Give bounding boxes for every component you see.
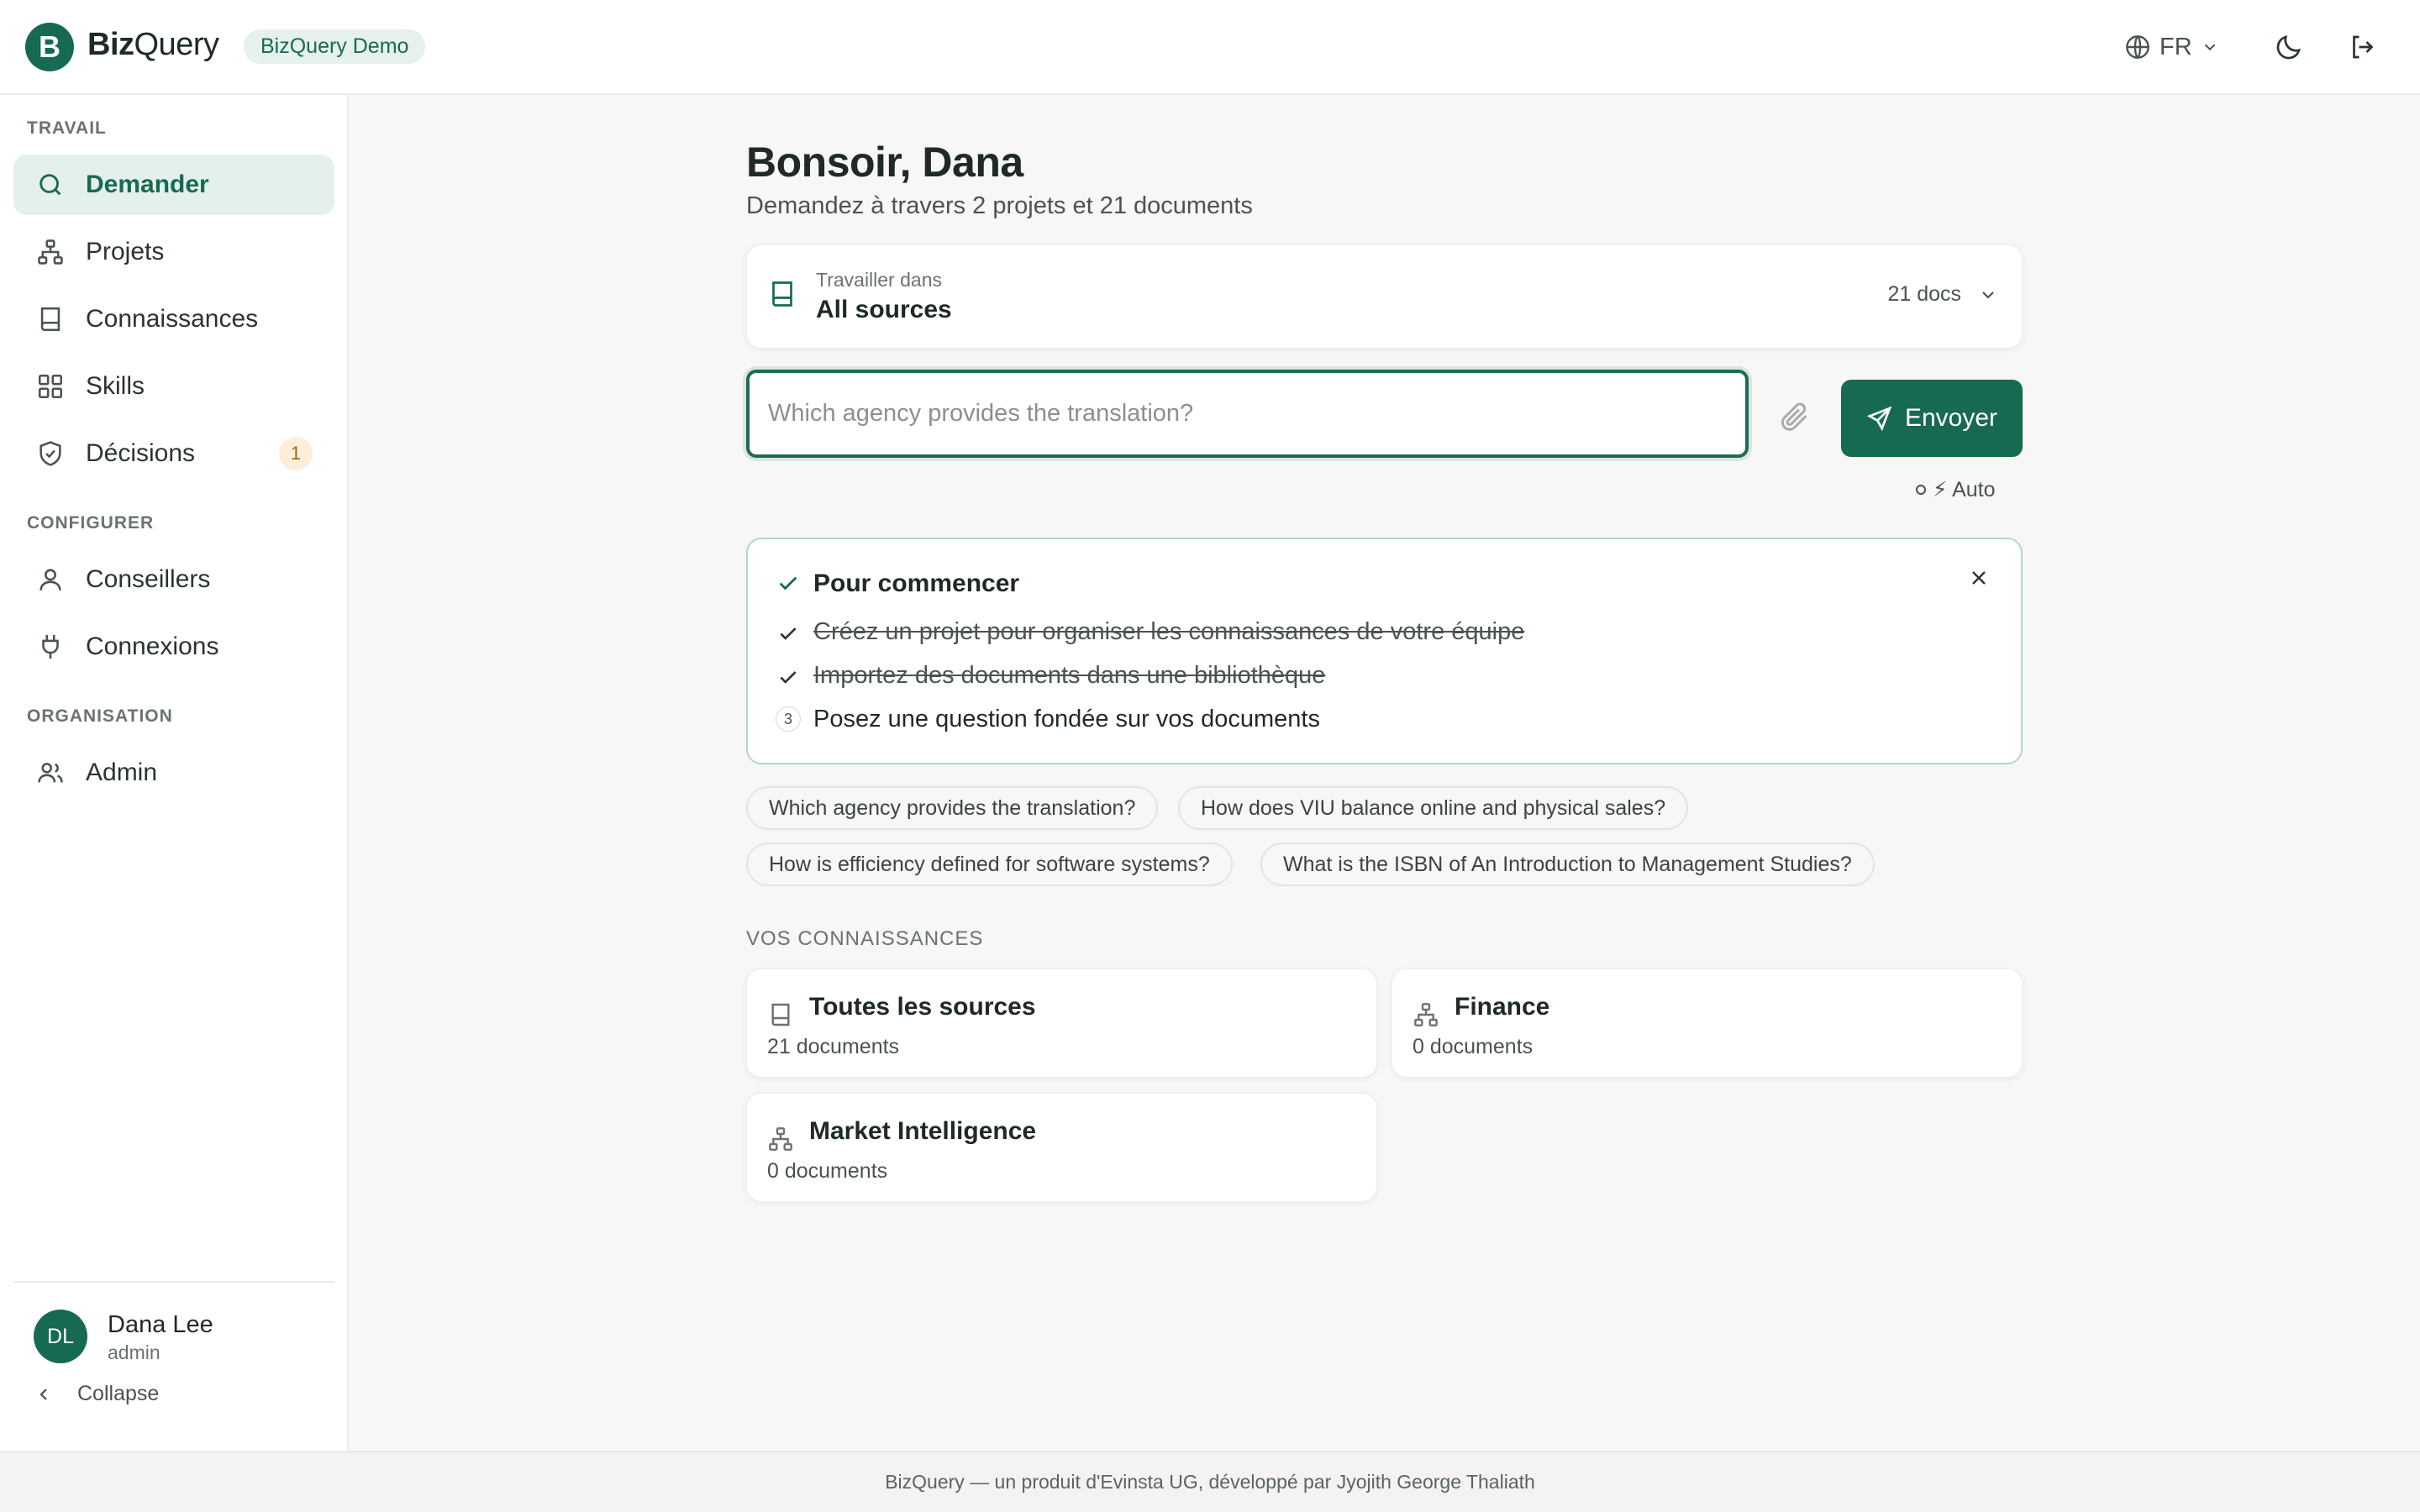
sidebar-item-admin[interactable]: Admin [13,743,334,803]
sidebar-item-projects[interactable]: Projets [13,222,334,282]
paperclip-icon[interactable] [1778,400,1812,433]
getting-started-panel: Pour commencer Créez un projet pour orga… [746,538,2023,764]
knowledge-card-docs: 0 documents [767,1159,888,1183]
getting-started-step: Créez un projet pour organiser les conna… [813,618,1525,645]
knowledge-card-name: Finance [1455,993,1550,1021]
section-label-work: TRAVAIL [27,118,107,138]
sidebar-divider [13,1281,334,1283]
book-icon [767,279,797,309]
step-number-text: 3 [776,706,801,732]
check-icon [775,664,802,690]
section-label-configure: CONFIGURER [27,513,155,533]
grid-icon [34,370,67,403]
suggestion-chip[interactable]: How does VIU balance online and physical… [1178,786,1689,830]
workspace-doc-count: 21 docs [1887,282,1998,307]
sidebar-item-connections[interactable]: Connexions [13,617,334,677]
step-number: 3 [775,706,802,732]
suggestion-chip[interactable]: How is efficiency defined for software s… [746,843,1233,886]
sidebar-item-label: Projets [86,238,165,265]
sidebar-item-label: Skills [86,372,145,400]
page-title: Bonsoir, Dana [746,139,1023,186]
mode-label: ⚡ Auto [1933,478,1996,501]
brand-logo[interactable]: B [25,23,74,71]
chevron-left-icon [34,1384,54,1404]
footer: BizQuery — un produit d'Evinsta UG, déve… [0,1451,2420,1512]
question-input[interactable] [746,370,1749,458]
check-icon [775,570,802,596]
close-icon[interactable] [1962,561,1996,595]
send-button[interactable]: Envoyer [1841,380,2023,457]
send-label: Envoyer [1904,404,1998,432]
sidebar-item-label: Connexions [86,633,219,660]
knowledge-card-market-intelligence[interactable]: Market Intelligence 0 documents [746,1093,1377,1202]
avatar[interactable]: DL [34,1310,87,1363]
user-name: Dana Lee [108,1311,213,1338]
moon-icon[interactable] [2270,29,2307,66]
sidebar-item-label: Admin [86,759,158,786]
book-icon [767,1001,794,1028]
brand-name-query: Query [134,27,219,62]
section-label-organisation: ORGANISATION [27,706,173,726]
suggestion-chip[interactable]: What is the ISBN of An Introduction to M… [1260,843,1875,886]
sidebar-item-skills[interactable]: Skills [13,356,334,417]
knowledge-card-finance[interactable]: Finance 0 documents [1392,969,2023,1078]
language-selector[interactable]: FR [2124,30,2219,64]
getting-started-step: Importez des documents dans une biblioth… [813,662,1326,689]
sidebar: TRAVAIL Demander Projets Connaissances S… [0,95,349,1451]
knowledge-card-name: Market Intelligence [809,1117,1037,1145]
shield-check-icon [34,437,67,470]
user-icon [34,563,67,596]
decisions-count-badge: 1 [279,437,313,470]
chevron-down-icon [2201,38,2219,56]
hierarchy-icon [34,235,67,269]
sidebar-item-advisors[interactable]: Conseillers [13,549,334,610]
user-role: admin [108,1341,160,1363]
workspace-value: All sources [816,296,952,323]
suggestion-chip[interactable]: Which agency provides the translation? [746,786,1159,830]
knowledge-card-docs: 21 documents [767,1035,900,1058]
language-code: FR [2160,33,2192,60]
getting-started-title: Pour commencer [813,570,1020,597]
send-icon [1866,405,1893,432]
brand-name[interactable]: BizQuery [87,27,219,63]
globe-icon [2124,34,2151,60]
mode-dot-icon [1916,485,1926,495]
hierarchy-icon [767,1126,794,1152]
sidebar-item-label: Décisions [86,439,196,467]
brand-name-biz: Biz [87,27,134,62]
check-icon [775,620,802,647]
workspace-selector[interactable]: Travailler dans All sources 21 docs [746,244,2023,349]
knowledge-card-name: Toutes les sources [809,993,1036,1021]
book-icon [34,302,67,336]
top-bar: B BizQuery BizQuery Demo FR [0,0,2420,95]
collapse-label: Collapse [77,1382,160,1405]
sidebar-item-label: Conseillers [86,565,211,593]
knowledge-card-docs: 0 documents [1413,1035,1534,1058]
plug-icon [34,630,67,664]
knowledge-card-all-sources[interactable]: Toutes les sources 21 documents [746,969,1377,1078]
logout-icon[interactable] [2344,29,2381,66]
hierarchy-icon [1413,1001,1439,1028]
workspace-label: Travailler dans [816,269,942,291]
search-icon [34,168,67,202]
sidebar-item-ask[interactable]: Demander [13,155,334,215]
collapse-button[interactable]: Collapse [34,1382,159,1406]
users-icon [34,756,67,790]
chevron-down-icon [1978,285,1998,305]
sidebar-item-label: Connaissances [86,305,259,333]
sidebar-item-label: Demander [86,171,209,198]
sidebar-item-decisions[interactable]: Décisions 1 [13,423,334,484]
demo-badge: BizQuery Demo [244,29,426,64]
mode-selector[interactable]: ⚡ Auto [1916,477,1996,502]
sidebar-item-knowledge[interactable]: Connaissances [13,289,334,349]
getting-started-step[interactable]: Posez une question fondée sur vos docume… [813,706,1320,733]
page-subtitle: Demandez à travers 2 projets et 21 docum… [746,192,1253,219]
knowledge-section-label: VOS CONNAISSANCES [746,927,984,950]
doc-count-text: 21 docs [1887,282,1961,306]
